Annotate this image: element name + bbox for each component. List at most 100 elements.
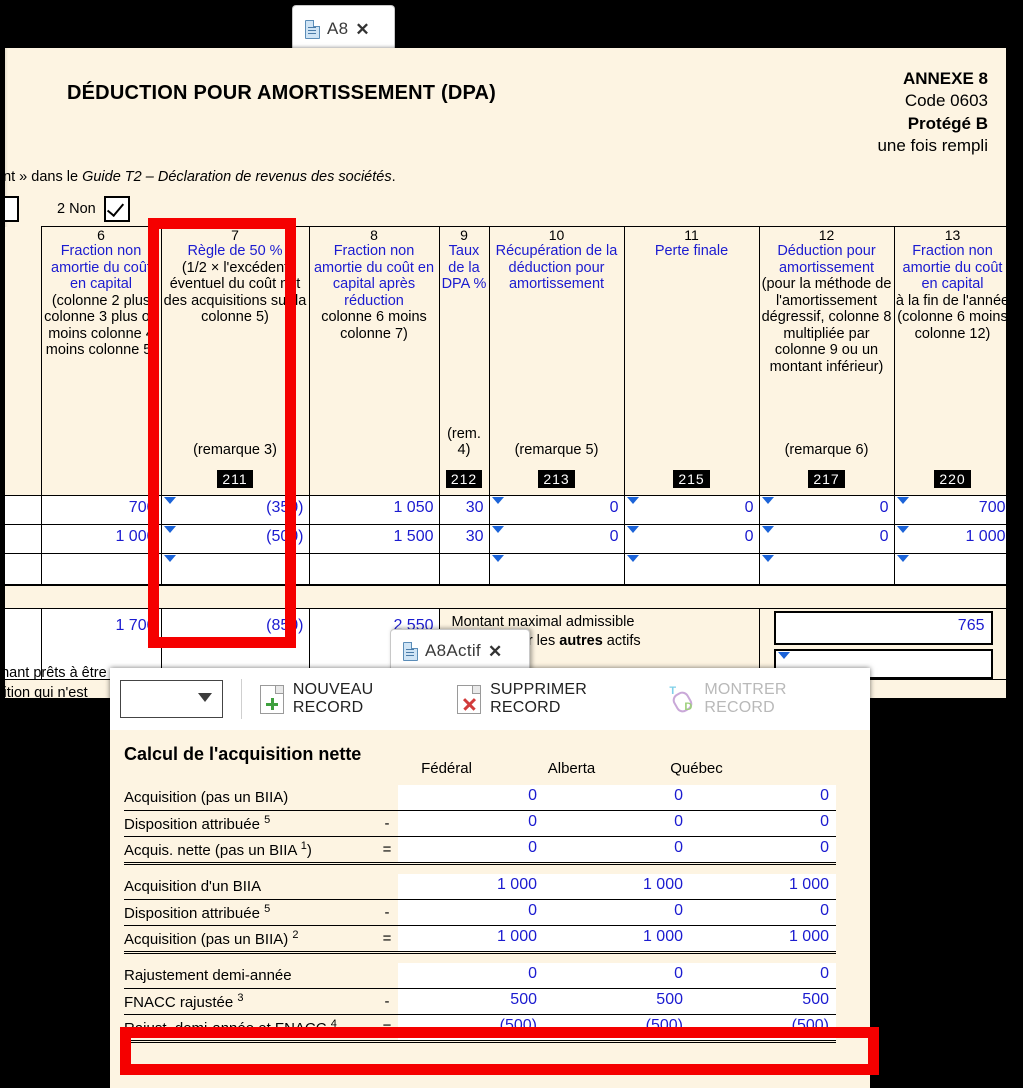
cell-federal[interactable]: 1 000: [398, 874, 544, 900]
toolbar-divider: [240, 679, 242, 719]
row-0-spacer[interactable]: [5, 495, 42, 525]
row-1-col9[interactable]: 30: [438, 524, 490, 554]
row-1-col12[interactable]: 0: [758, 524, 895, 554]
code-badge: 212: [445, 470, 483, 488]
cell-federal[interactable]: (500): [398, 1014, 544, 1043]
row-2-col6[interactable]: [40, 553, 162, 586]
table-row: 1 000 (500) 1 500 30 0 0 0 1 000: [5, 524, 1006, 554]
row-2-col7[interactable]: [160, 553, 310, 586]
cell-federal[interactable]: 0: [398, 810, 544, 837]
row-1-col6[interactable]: 1 000: [40, 524, 162, 554]
cell-federal[interactable]: 0: [398, 963, 544, 989]
cell-value: 1 000: [496, 876, 537, 893]
cell-alberta[interactable]: 1 000: [544, 874, 690, 900]
row-operator: [376, 963, 398, 989]
cell-value: 30: [465, 499, 484, 516]
table-row: 700 (350) 1 050 30 0 0 0 700: [5, 495, 1006, 525]
cell-quebec[interactable]: 0: [690, 785, 836, 811]
col-header-13: 13 Fraction non amortie du coût en capit…: [893, 226, 1006, 496]
row-0-col10[interactable]: 0: [488, 495, 625, 525]
paperclip-icon: TD: [669, 685, 696, 715]
row-2-col13[interactable]: [893, 553, 1006, 586]
label-text: FNACC rajustée: [124, 994, 238, 1011]
cell-quebec[interactable]: 0: [690, 836, 836, 865]
row-1-col10[interactable]: 0: [488, 524, 625, 554]
row-1-col13[interactable]: 1 000: [893, 524, 1006, 554]
row-2-col11[interactable]: [623, 553, 760, 586]
cell-federal[interactable]: 0: [398, 785, 544, 811]
close-icon[interactable]: ✕: [488, 643, 502, 660]
tab-a8actif[interactable]: A8Actif ✕: [390, 629, 530, 672]
cell-value: 1 000: [788, 876, 829, 893]
cell-alberta[interactable]: 0: [544, 836, 690, 865]
new-record-button[interactable]: NOUVEAU RECORD: [259, 681, 433, 717]
cell-federal[interactable]: 1 000: [398, 925, 544, 954]
cell-quebec[interactable]: 1 000: [690, 874, 836, 900]
row-2-col8[interactable]: [308, 553, 440, 586]
cell-alberta[interactable]: 500: [544, 988, 690, 1015]
cell-value: 1 000: [115, 528, 156, 545]
label-text: Acquisition (pas un BIIA): [124, 789, 289, 806]
delete-record-button[interactable]: SUPPRIMER RECORD: [457, 681, 645, 717]
row-2-col9[interactable]: [438, 553, 490, 586]
row-2-col12[interactable]: [758, 553, 895, 586]
dropdown-arrow-icon: [761, 526, 774, 533]
tab-a8[interactable]: A8 ✕: [292, 5, 395, 52]
document-icon: [305, 19, 320, 39]
row-0-col9[interactable]: 30: [438, 495, 490, 525]
cell-alberta[interactable]: 1 000: [544, 925, 690, 954]
row-2-col10[interactable]: [488, 553, 625, 586]
col-remark: (remarque 5): [514, 442, 599, 459]
tab-a8actif-label: A8Actif: [425, 641, 481, 660]
dropdown-arrow-icon: [626, 497, 639, 504]
row-0-col7[interactable]: (350): [160, 495, 310, 525]
form-header-right: ANNEXE 8 Code 0603 Protégé B une fois re…: [877, 68, 988, 158]
row-0-col12[interactable]: 0: [758, 495, 895, 525]
row-label: Disposition attribuée 5: [124, 810, 376, 837]
cell-value: 1 000: [965, 528, 1006, 545]
row-1-col11[interactable]: 0: [623, 524, 760, 554]
cell-value: 500: [802, 991, 829, 1008]
table-row: Rajust. demi-année et FNACC 4 = (500) (5…: [124, 1014, 836, 1043]
row-0-col13[interactable]: 700: [893, 495, 1006, 525]
close-icon[interactable]: ✕: [355, 21, 369, 38]
cell-quebec[interactable]: 0: [690, 963, 836, 989]
cell-quebec[interactable]: 0: [690, 899, 836, 926]
cell-quebec[interactable]: 0: [690, 810, 836, 837]
cell-value: 1 500: [393, 528, 434, 545]
record-selector-dropdown[interactable]: [120, 680, 223, 718]
cell-alberta[interactable]: 0: [544, 963, 690, 989]
cell-quebec[interactable]: 1 000: [690, 925, 836, 954]
cell-federal[interactable]: 0: [398, 836, 544, 865]
row-1-col8[interactable]: 1 500: [308, 524, 440, 554]
checkbox-oui[interactable]: [5, 196, 19, 222]
cell-value: (850): [266, 617, 304, 634]
cell-federal[interactable]: 500: [398, 988, 544, 1015]
cell-alberta[interactable]: (500): [544, 1014, 690, 1043]
label-text: Rajust. demi-année et FNACC: [124, 1020, 331, 1037]
row-1-col7[interactable]: (500): [160, 524, 310, 554]
dropdown-arrow-icon: [896, 497, 909, 504]
cell-federal[interactable]: 0: [398, 899, 544, 926]
table-spacer-row: [124, 953, 836, 964]
cell-alberta[interactable]: 0: [544, 899, 690, 926]
row-2-spacer[interactable]: [5, 553, 42, 586]
dropdown-arrow-icon: [761, 497, 774, 504]
cell-value: 0: [820, 839, 829, 856]
cell-alberta[interactable]: 0: [544, 785, 690, 811]
cell-quebec[interactable]: 500: [690, 988, 836, 1015]
row-0-col11[interactable]: 0: [623, 495, 760, 525]
footnote-line2: isition qui n'est: [5, 684, 88, 698]
max-dpa-line2-bold: autres: [559, 632, 603, 649]
checkbox-non[interactable]: [103, 196, 130, 222]
show-record-button[interactable]: TD MONTRER RECORD: [669, 681, 846, 717]
cell-alberta[interactable]: 0: [544, 810, 690, 837]
dropdown-arrow-icon: [777, 652, 790, 659]
max-dpa-value-field[interactable]: 765: [773, 611, 993, 645]
row-0-col8[interactable]: 1 050: [308, 495, 440, 525]
row-1-spacer[interactable]: [5, 524, 42, 554]
cell-quebec[interactable]: (500): [690, 1014, 836, 1043]
col-body: (pour la méthode de l'amortissement dégr…: [761, 276, 892, 375]
row-0-col6[interactable]: 700: [40, 495, 162, 525]
cell-value: 0: [674, 902, 683, 919]
